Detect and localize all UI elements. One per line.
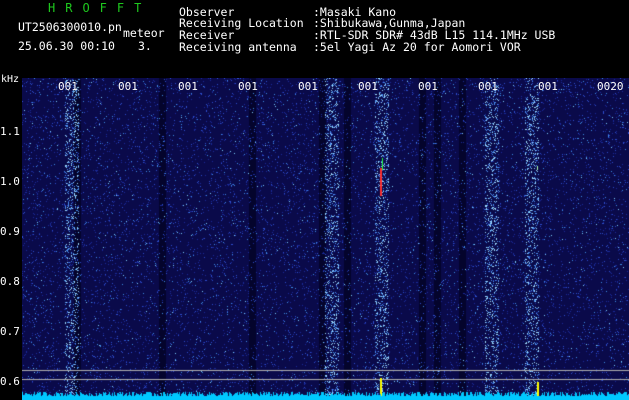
meteor-label: meteor — [123, 26, 165, 40]
datetime-label: 25.06.30 00:10 — [18, 39, 115, 53]
x-tick: 001 — [298, 80, 318, 93]
x-tick: 001 — [478, 80, 498, 93]
y-tick-1-0: 1.0 — [0, 175, 20, 188]
x-tick: 001 — [238, 80, 258, 93]
y-axis-unit: kHz — [1, 74, 20, 85]
y-tick-0-7: 0.7 — [0, 325, 20, 338]
filename-label: UT2506300010.pn — [18, 20, 122, 34]
y-tick-0-8: 0.8 — [0, 275, 20, 288]
x-tick: 001 — [538, 80, 558, 93]
y-tick-0-6: 0.6 — [0, 375, 20, 388]
x-tick: 001 — [418, 80, 438, 93]
info-value-antenna: :5el Yagi Az 20 for Aomori VOR — [313, 40, 521, 54]
spectrogram — [22, 78, 629, 400]
x-tick: 001 — [118, 80, 138, 93]
info-label-antenna: Receiving antenna — [179, 40, 297, 54]
y-tick-1-1: 1.1 — [0, 125, 20, 138]
count-label: 3. — [138, 39, 152, 53]
x-tick: 001 — [58, 80, 78, 93]
x-tick: 001 — [178, 80, 198, 93]
y-tick-0-9: 0.9 — [0, 225, 20, 238]
brand-title: HROFFT — [48, 1, 152, 15]
x-tick: 001 — [358, 80, 378, 93]
x-tick: 0020 — [597, 80, 624, 93]
